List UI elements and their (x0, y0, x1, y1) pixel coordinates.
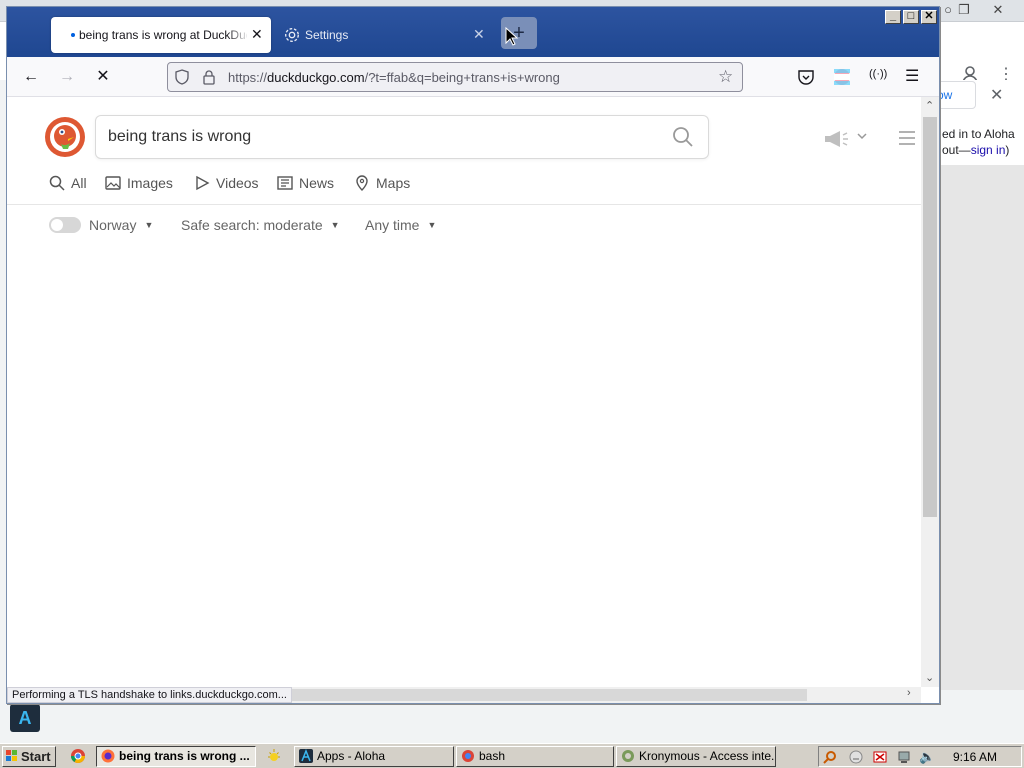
start-button[interactable]: Start (2, 746, 56, 767)
vertical-news[interactable]: News (277, 175, 334, 197)
map-pin-icon (356, 175, 368, 191)
vertical-videos[interactable]: Videos (194, 175, 259, 197)
duckduckgo-logo-icon[interactable] (45, 117, 85, 157)
tab-close-icon[interactable]: ✕ (473, 26, 485, 43)
sun-icon[interactable] (266, 748, 282, 764)
aloha-icon (299, 749, 313, 763)
region-dropdown[interactable]: Norway ▼ (89, 217, 153, 233)
url-text: https://duckduckgo.com/?t=ffab&q=being+t… (228, 70, 560, 85)
bookmark-star-icon[interactable]: ☆ (718, 67, 733, 87)
search-query: being trans is wrong (108, 128, 252, 145)
sign-in-link[interactable]: sign in (971, 143, 1006, 157)
firefox-icon (101, 749, 115, 763)
account-avatar-icon[interactable] (833, 68, 851, 86)
loading-dot-icon (71, 33, 75, 37)
time-dropdown[interactable]: Any time ▼ (365, 217, 436, 233)
clock: 9:16 AM (953, 750, 998, 764)
caret-down-icon: ▼ (330, 220, 340, 230)
taskbar-button-firefox[interactable]: being trans is wrong ... (96, 746, 256, 767)
region-toggle[interactable] (49, 217, 81, 233)
windows-logo-icon (6, 750, 17, 761)
tab-active[interactable]: being trans is wrong at DuckDuckGo ✕ (51, 17, 271, 53)
close-icon[interactable]: ✕ (990, 85, 1003, 105)
back-arrow-icon[interactable]: ← (21, 67, 41, 87)
tab-settings[interactable]: Settings ✕ (277, 17, 495, 53)
vertical-scrollbar[interactable]: ⌃ ⌄ (921, 97, 939, 687)
tab-close-icon[interactable]: ✕ (251, 26, 263, 43)
scroll-up-icon[interactable]: ⌃ (925, 99, 934, 112)
safe-search-dropdown[interactable]: Safe search: moderate ▼ (181, 217, 340, 233)
firefox-window: being trans is wrong at DuckDuckGo ✕ Set… (6, 6, 940, 704)
volume-icon[interactable]: 🔈 (919, 750, 935, 764)
forward-arrow-icon[interactable]: → (57, 67, 77, 87)
chrome-icon[interactable] (70, 748, 86, 764)
tab-title: Settings (305, 28, 349, 42)
tab-strip: being trans is wrong at DuckDuckGo ✕ Set… (7, 7, 939, 57)
url-bar[interactable]: https://duckduckgo.com/?t=ffab&q=being+t… (167, 62, 743, 92)
megaphone-icon[interactable] (823, 129, 851, 149)
gear-icon (285, 28, 299, 42)
signin-note-line1: ed in to Aloha (942, 127, 1015, 141)
navigation-toolbar: ← → ✕ https://duckduckgo.com/?t=ffab&q=b… (7, 57, 939, 97)
minimize-button[interactable]: _ (885, 10, 901, 24)
scrollbar-thumb[interactable] (923, 117, 937, 517)
signin-note-line2: out—sign in) (942, 143, 1010, 157)
page-viewport: being trans is wrong All Images Videos N… (7, 97, 921, 687)
close-icon[interactable]: ✕ (986, 1, 1010, 19)
lock-icon[interactable] (202, 69, 216, 85)
chevron-down-icon[interactable] (857, 133, 867, 141)
search-icon[interactable] (823, 750, 837, 764)
caret-down-icon: ▼ (427, 220, 437, 230)
status-bar: Performing a TLS handshake to links.duck… (7, 687, 292, 703)
background-sidebar (940, 165, 1024, 690)
search-icon[interactable] (672, 126, 694, 148)
close-button[interactable]: ✕ (921, 10, 937, 24)
image-icon (105, 176, 121, 190)
signin-note: ed in to Aloha out—sign in) (942, 126, 1015, 158)
security-icon[interactable] (873, 750, 887, 764)
pocket-icon[interactable] (797, 68, 815, 86)
search-filters: Norway ▼ Safe search: moderate ▼ Any time ▼ (7, 207, 921, 247)
restore-icon[interactable]: ❐ (952, 1, 976, 19)
scroll-right-icon[interactable]: › (907, 687, 911, 699)
tracking-shield-icon[interactable] (174, 69, 190, 85)
tab-title: being trans is wrong at DuckDuckGo (79, 28, 247, 42)
search-icon (49, 175, 65, 191)
stop-loading-icon[interactable]: ✕ (93, 67, 113, 87)
search-input[interactable]: being trans is wrong (95, 115, 709, 159)
maximize-button[interactable]: □ (903, 10, 919, 24)
taskbar-button-bash[interactable]: bash (456, 746, 614, 767)
caret-down-icon: ▼ (144, 220, 154, 230)
taskbar: Start being trans is wrong ... Apps - Al… (0, 743, 1024, 768)
news-icon (277, 176, 293, 190)
search-verticals: All Images Videos News Maps (7, 167, 921, 205)
menu-icon[interactable] (899, 131, 915, 145)
kronymous-icon (622, 750, 634, 762)
vertical-all[interactable]: All (49, 175, 87, 197)
app-menu-icon[interactable]: ☰ (905, 66, 919, 86)
smiley-icon[interactable] (849, 750, 863, 764)
scroll-down-icon[interactable]: ⌄ (925, 671, 934, 684)
taskbar-button-kronymous[interactable]: Kronymous - Access inte... (616, 746, 776, 767)
network-icon[interactable] (897, 750, 911, 764)
vertical-maps[interactable]: Maps (354, 175, 410, 197)
system-tray: 🔈 9:16 AM (818, 746, 1022, 767)
mouse-cursor-icon (505, 27, 519, 46)
terminal-icon (462, 750, 474, 762)
aloha-app-icon[interactable]: A (10, 704, 40, 732)
vertical-images[interactable]: Images (105, 175, 173, 197)
play-icon (196, 175, 210, 191)
taskbar-button-aloha[interactable]: Apps - Aloha (294, 746, 454, 767)
extension-icon[interactable]: ((·)) (869, 68, 887, 80)
